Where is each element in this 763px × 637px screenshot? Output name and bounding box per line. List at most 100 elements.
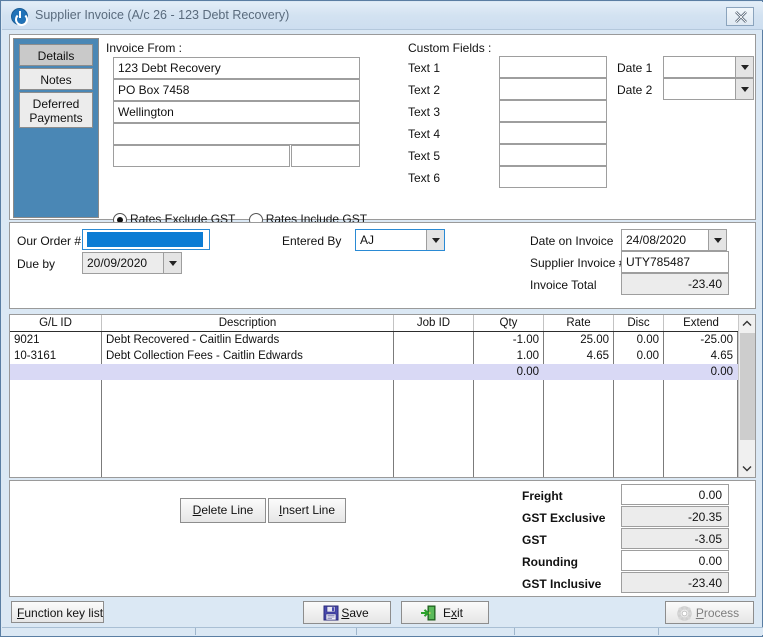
custom-fields-heading: Custom Fields : xyxy=(408,41,492,55)
supplier-invoice-number-field[interactable]: UTY785487 xyxy=(621,251,729,273)
exit-button[interactable]: Exit xyxy=(401,601,489,624)
column-header-extend[interactable]: Extend xyxy=(664,315,738,331)
cell-rate: 4.65 xyxy=(586,350,609,362)
invoice-total-label: Invoice Total xyxy=(530,278,597,292)
gst-exclusive-label: GST Exclusive xyxy=(522,511,606,525)
cell-gl-id: 10-3161 xyxy=(14,350,57,362)
grid-body: 9021 Debt Recovered - Caitlin Edwards -1… xyxy=(10,332,738,477)
cell-disc: 0.00 xyxy=(636,334,659,346)
table-row[interactable]: 9021 Debt Recovered - Caitlin Edwards -1… xyxy=(10,332,738,348)
invoice-from-line5-left[interactable] xyxy=(113,145,290,167)
cell-rate: 25.00 xyxy=(580,334,609,346)
date-on-invoice-field[interactable]: 24/08/2020 xyxy=(621,229,727,251)
text1-field[interactable] xyxy=(499,56,607,78)
freight-field[interactable]: 0.00 xyxy=(621,484,729,505)
date-on-invoice-value: 24/08/2020 xyxy=(626,233,687,247)
insert-line-button[interactable]: Insert Line xyxy=(268,498,346,523)
invoice-from-heading: Invoice From : xyxy=(106,41,183,55)
cell-extend: 4.65 xyxy=(710,350,733,362)
save-button[interactable]: Save xyxy=(303,601,391,624)
process-accel: P xyxy=(695,606,704,620)
cell-job-id xyxy=(394,348,473,364)
chevron-down-icon[interactable] xyxy=(735,79,753,99)
date1-field[interactable] xyxy=(663,56,754,78)
floppy-disk-icon xyxy=(323,605,339,621)
cell-description: Debt Recovered - Caitlin Edwards xyxy=(106,334,280,346)
column-header-description[interactable]: Description xyxy=(102,315,394,331)
scroll-down-button[interactable] xyxy=(739,460,755,477)
cell-rate xyxy=(544,364,613,380)
entered-by-field[interactable]: AJ xyxy=(355,229,445,251)
gst-inclusive-field: -23.40 xyxy=(621,572,729,593)
grid-header-row: G/L ID Description Job ID Qty Rate Disc … xyxy=(10,315,755,332)
column-header-rate[interactable]: Rate xyxy=(544,315,614,331)
invoice-from-line1[interactable]: 123 Debt Recovery xyxy=(113,57,360,79)
date2-label: Date 2 xyxy=(617,83,653,97)
column-header-gl-id[interactable]: G/L ID xyxy=(10,315,102,331)
process-button[interactable]: Process xyxy=(665,601,754,624)
grid-vertical-scrollbar[interactable] xyxy=(738,315,755,477)
rounding-field[interactable]: 0.00 xyxy=(621,550,729,571)
our-order-input[interactable] xyxy=(82,229,210,250)
due-by-value: 20/09/2020 xyxy=(87,256,148,270)
function-key-list-button[interactable]: Function key list xyxy=(11,601,104,623)
scroll-up-button[interactable] xyxy=(739,315,755,332)
column-header-job-id[interactable]: Job ID xyxy=(394,315,474,331)
exit-accel: x xyxy=(451,606,457,620)
rounding-label: Rounding xyxy=(522,555,578,569)
tab-notes[interactable]: Notes xyxy=(19,68,93,90)
date-on-invoice-label: Date on Invoice xyxy=(530,234,614,248)
delete-line-button[interactable]: Delete Line xyxy=(180,498,266,523)
chevron-down-icon[interactable] xyxy=(735,57,753,77)
column-header-disc[interactable]: Disc xyxy=(614,315,664,331)
chevron-down-icon[interactable] xyxy=(163,253,181,273)
due-by-field[interactable]: 20/09/2020 xyxy=(82,252,182,274)
cell-description: Debt Collection Fees - Caitlin Edwards xyxy=(106,350,303,362)
column-header-qty[interactable]: Qty xyxy=(474,315,544,331)
chevron-down-icon[interactable] xyxy=(426,230,444,250)
power-icon xyxy=(11,8,28,26)
text6-field[interactable] xyxy=(499,166,607,188)
tab-deferred-payments[interactable]: Deferred Payments xyxy=(19,92,93,128)
cell-qty: 1.00 xyxy=(516,350,539,362)
supplier-invoice-number-label: Supplier Invoice # xyxy=(530,256,626,270)
cell-job-id xyxy=(394,364,473,380)
freight-label: Freight xyxy=(522,489,563,503)
text3-label: Text 3 xyxy=(408,105,441,119)
tab-notes-label: Notes xyxy=(40,73,72,87)
close-button[interactable] xyxy=(726,7,754,26)
table-row[interactable]: 0.00 0.00 xyxy=(10,364,738,380)
invoice-total-field: -23.40 xyxy=(621,273,729,295)
gst-field: -3.05 xyxy=(621,528,729,549)
cell-job-id xyxy=(394,332,473,348)
cell-disc xyxy=(614,364,663,380)
entered-by-label: Entered By xyxy=(282,234,342,248)
status-bar xyxy=(2,627,763,635)
save-label: ave xyxy=(349,606,369,620)
table-row[interactable]: 10-3161 Debt Collection Fees - Caitlin E… xyxy=(10,348,738,364)
supplier-invoice-window: Supplier Invoice (A/c 26 - 123 Debt Reco… xyxy=(0,0,763,637)
tab-details[interactable]: Details xyxy=(19,44,93,66)
date2-field[interactable] xyxy=(663,78,754,100)
invoice-from-line4[interactable] xyxy=(113,123,360,145)
invoice-from-line3[interactable]: Wellington xyxy=(113,101,360,123)
cell-gl-id xyxy=(10,364,101,380)
chevron-down-icon[interactable] xyxy=(708,230,726,250)
scrollbar-thumb[interactable] xyxy=(740,333,755,440)
invoice-from-line2[interactable]: PO Box 7458 xyxy=(113,79,360,101)
text5-field[interactable] xyxy=(499,144,607,166)
our-order-label: Our Order # xyxy=(17,234,82,248)
line-items-grid: G/L ID Description Job ID Qty Rate Disc … xyxy=(9,314,756,478)
invoice-from-line5-right[interactable] xyxy=(291,145,360,167)
date1-label: Date 1 xyxy=(617,61,653,75)
cell-gl-id: 9021 xyxy=(14,334,40,346)
text3-field[interactable] xyxy=(499,100,607,122)
function-key-list-label: unction key list xyxy=(24,606,104,620)
title-bar: Supplier Invoice (A/c 26 - 123 Debt Reco… xyxy=(2,2,763,30)
tab-deferred-payments-label: Deferred Payments xyxy=(29,97,83,125)
text5-label: Text 5 xyxy=(408,149,441,163)
delete-line-label: elete Line xyxy=(201,503,254,517)
action-bar: Function key list Save Exit Process xyxy=(9,599,756,626)
text4-field[interactable] xyxy=(499,122,607,144)
text2-field[interactable] xyxy=(499,78,607,100)
